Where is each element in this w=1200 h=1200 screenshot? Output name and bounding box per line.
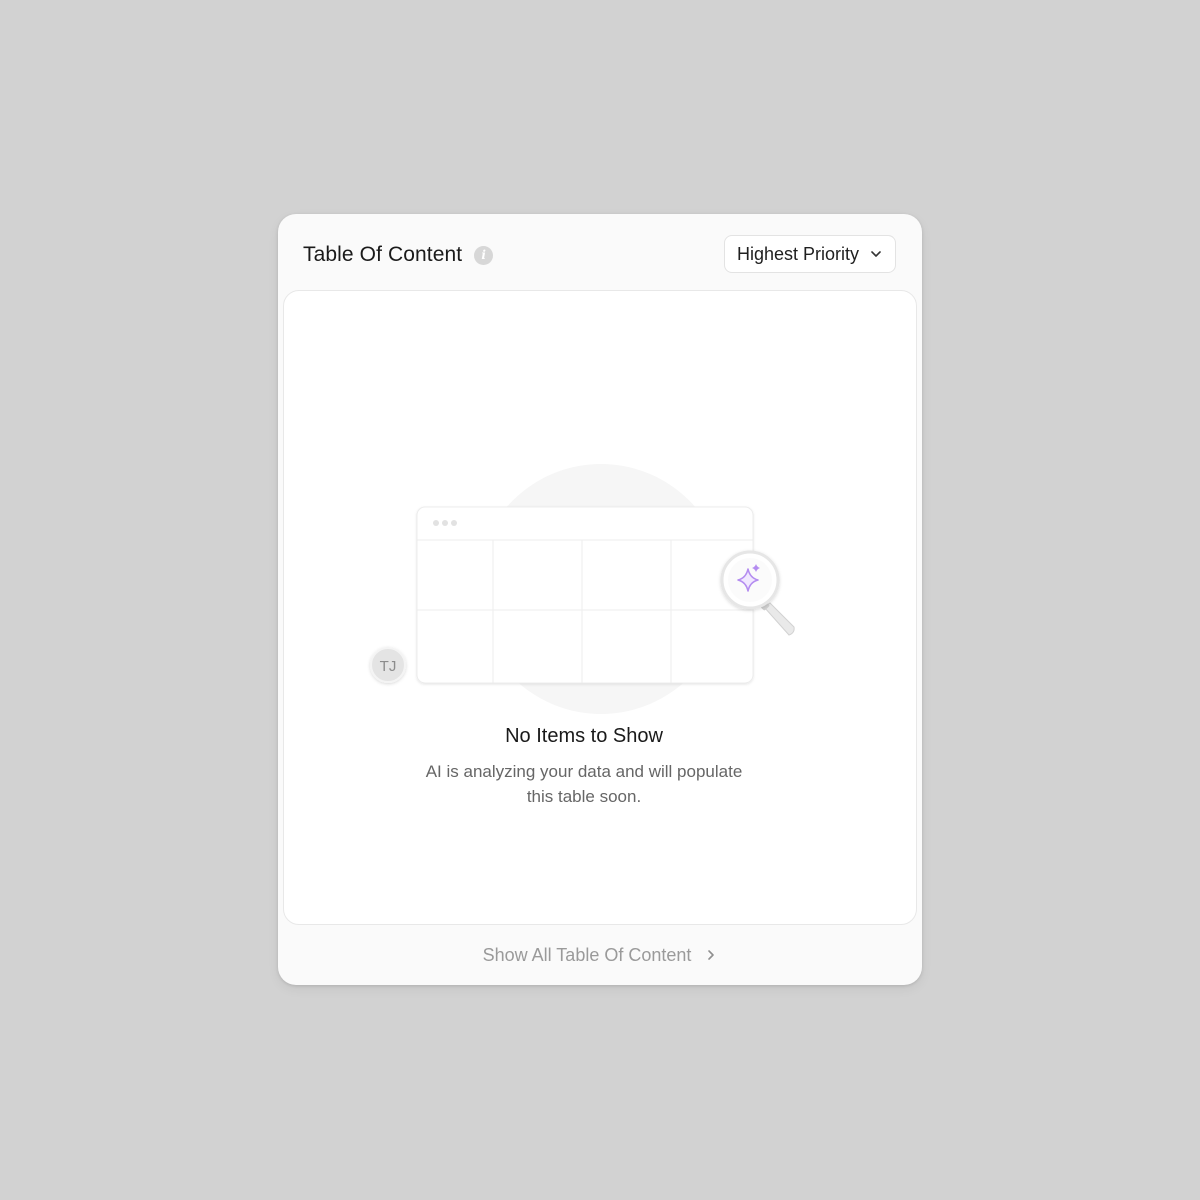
avatar-initials: TJ: [380, 658, 397, 675]
table-of-content-card: Table Of Content i Highest Priority TJ N…: [278, 214, 922, 985]
empty-state-description: AI is analyzing your data and will popul…: [425, 762, 743, 806]
title-group: Table Of Content i: [303, 240, 494, 270]
window-dot: [433, 520, 439, 526]
priority-sort-dropdown[interactable]: Highest Priority: [724, 235, 896, 273]
chevron-down-icon: [871, 251, 881, 257]
card-title: Table Of Content: [303, 243, 463, 266]
window-dot: [442, 520, 448, 526]
table-window-graphic: [416, 506, 754, 684]
content-panel: TJ No Items to Show AI is analyzing your…: [283, 290, 917, 925]
info-icon[interactable]: i: [474, 245, 494, 265]
empty-state-illustration: TJ: [370, 464, 795, 714]
empty-state-title: No Items to Show: [505, 725, 663, 747]
card-header: Table Of Content i Highest Priority: [278, 214, 922, 290]
chevron-right-icon: [708, 950, 715, 960]
show-all-link[interactable]: Show All Table Of Content: [278, 925, 922, 985]
show-all-label: Show All Table Of Content: [482, 944, 692, 965]
window-dot: [451, 520, 457, 526]
dropdown-selected-value: Highest Priority: [737, 243, 860, 264]
